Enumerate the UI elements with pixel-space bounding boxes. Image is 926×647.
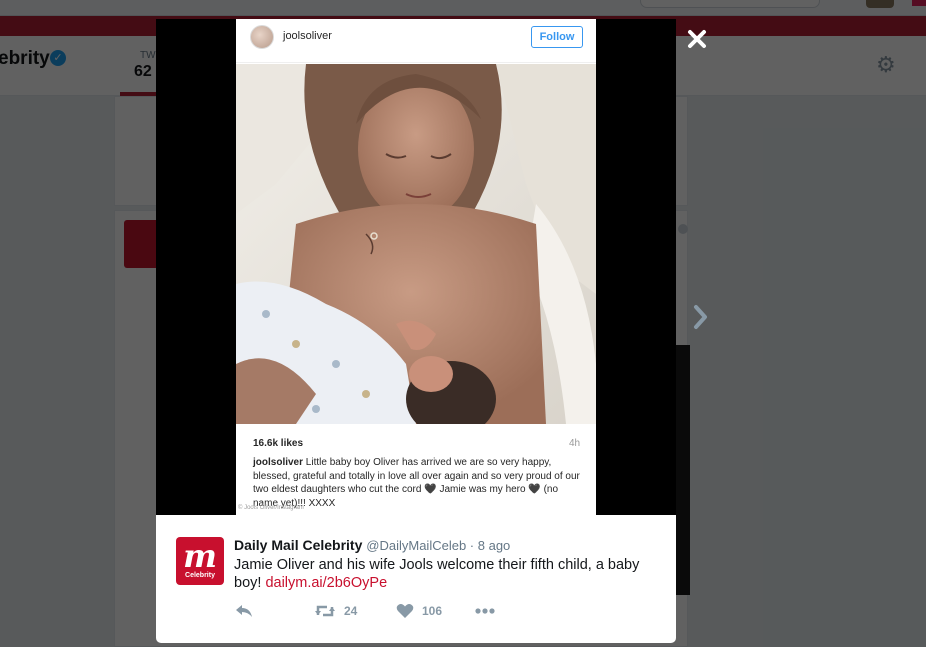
close-icon [688,30,706,48]
avatar[interactable]: m Celebrity [176,537,224,585]
tweet-author-name[interactable]: Daily Mail Celebrity [234,537,362,553]
tweet-time[interactable]: 8 ago [478,538,511,553]
avatar-logo: m [183,537,217,575]
avatar[interactable] [250,25,274,49]
tweet-text: Jamie Oliver and his wife Jools welcome … [234,556,654,592]
retweet-icon [315,605,335,617]
like-count: 106 [422,604,443,618]
follow-button[interactable]: Follow [531,26,583,48]
heart-icon [396,604,414,618]
more-icon [475,608,495,614]
photo-illustration [236,64,596,424]
instagram-caption: joolsoliver Little baby boy Oliver has a… [253,456,583,510]
retweet-button[interactable]: 24 [314,601,357,621]
instagram-embed[interactable]: joolsoliver Follow 16.6k likes 4h joolso… [236,19,596,515]
caption-username[interactable]: joolsoliver [253,457,303,468]
like-button[interactable]: 106 [396,601,442,621]
tweet-separator: · [466,538,478,553]
caption-text: Little baby boy Oliver has arrived we ar… [253,457,580,509]
tweet-link[interactable]: dailym.ai/2b6OyPe [265,575,387,591]
tweet-header: Daily Mail Celebrity @DailyMailCeleb · 8… [234,537,510,553]
close-button[interactable] [684,26,710,52]
tweet-author-handle[interactable]: @DailyMailCeleb [366,538,466,553]
post-time: 4h [569,438,581,449]
instagram-header: joolsoliver Follow [236,19,596,63]
more-button[interactable] [474,601,496,621]
avatar-label: Celebrity [185,572,215,579]
media-modal: joolsoliver Follow 16.6k likes 4h joolso… [156,19,676,643]
media-stage: joolsoliver Follow 16.6k likes 4h joolso… [156,19,676,515]
instagram-username[interactable]: joolsoliver [283,30,332,42]
photo-credit: © Jools Oliver/Instagram [238,505,304,511]
tweet-actions: 24 106 [234,601,534,621]
retweet-count: 24 [344,604,358,618]
tweet-panel: m Celebrity Daily Mail Celebrity @DailyM… [156,515,676,643]
reply-icon [236,605,252,617]
likes-count: 16.6k likes [253,438,304,449]
instagram-photo[interactable] [236,64,596,424]
chevron-right-icon [694,305,707,329]
next-media-button[interactable] [692,303,710,331]
reply-button[interactable] [234,601,254,621]
